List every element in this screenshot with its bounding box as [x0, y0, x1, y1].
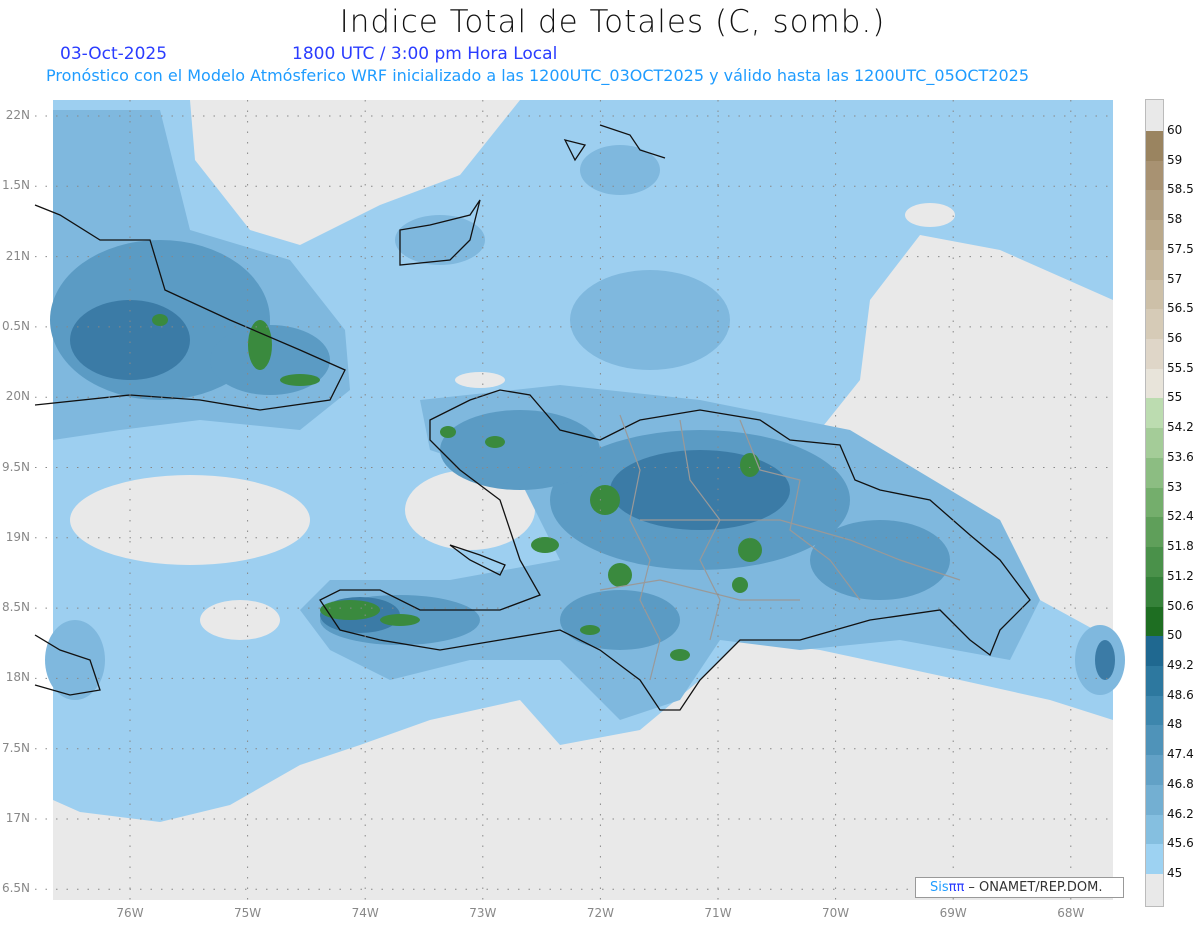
lon-label: 70W: [822, 906, 850, 920]
lat-label: 22N: [5, 108, 30, 122]
colorbar-cell: [1146, 368, 1163, 399]
colorbar-cell: [1146, 457, 1163, 489]
lat-label: 20N: [5, 389, 30, 404]
weather-map: [34, 100, 1125, 900]
lon-label: 72W: [586, 906, 614, 920]
colorbar-label: 57.5: [1167, 241, 1194, 256]
colorbar-cell: [1146, 814, 1163, 845]
colorbar-label: 51.2: [1167, 568, 1194, 583]
colorbar-label: 52.4: [1167, 509, 1194, 524]
colorbar-cell: [1146, 695, 1163, 726]
colorbar-label: 48: [1167, 717, 1183, 732]
colorbar-cell: [1146, 190, 1163, 221]
colorbar-cell: [1146, 249, 1163, 281]
colorbar-cell: [1146, 755, 1163, 786]
lon-label: 68W: [1057, 906, 1085, 920]
lat-label: 1.5N: [1, 178, 30, 193]
lat-label: 19N: [5, 529, 30, 544]
colorbar-label: 50.6: [1167, 598, 1194, 613]
colorbar-label: 56: [1167, 331, 1183, 346]
colorbar-cell: [1146, 636, 1163, 667]
colorbar-label: 45: [1167, 866, 1183, 880]
colorbar-cell: [1146, 160, 1163, 191]
colorbar-label: 50: [1167, 628, 1183, 643]
colorbar-label: 53.6: [1167, 449, 1194, 464]
lat-label: 0.5N: [1, 318, 30, 333]
colorbar-label: 57: [1167, 271, 1183, 286]
colorbar-cell: [1146, 606, 1163, 637]
colorbar-label: 46.2: [1167, 806, 1194, 821]
lat-label: 18N: [5, 670, 30, 685]
lat-label: 8.5N: [1, 600, 30, 615]
colorbar-cell: [1146, 576, 1163, 608]
lon-label: 69W: [939, 906, 967, 920]
colorbar-label: 55: [1167, 390, 1183, 405]
lon-label: 76W: [116, 906, 144, 920]
lon-label: 73W: [469, 906, 497, 920]
colorbar-cell: [1146, 725, 1163, 756]
credit-text: – ONAMET/REP.DOM.: [964, 880, 1103, 895]
colorbar-cell: [1146, 784, 1163, 816]
colorbar-label: 51.8: [1167, 539, 1194, 554]
lat-label: 7.5N: [1, 740, 30, 755]
colorbar-cell: [1146, 844, 1163, 875]
colorbar-label: 60: [1167, 123, 1183, 137]
colorbar-cell: [1146, 665, 1163, 697]
colorbar-cell: [1146, 517, 1163, 548]
lon-label: 74W: [351, 906, 379, 920]
lat-label: 6.5N: [1, 881, 30, 896]
lat-label: 17N: [5, 811, 30, 825]
colorbar-label: 56.5: [1167, 301, 1194, 316]
credit-pi-logo: ππ: [948, 880, 965, 895]
colorbar-label: 59: [1167, 152, 1183, 167]
colorbar-label: 54.2: [1167, 420, 1194, 435]
colorbar-label: 58.5: [1167, 182, 1194, 197]
colorbar-cell: [1146, 339, 1163, 370]
credit-box: Sisππ – ONAMET/REP.DOM.: [915, 877, 1124, 898]
credit-sis: Sis: [930, 880, 949, 895]
colorbar-cell: [1146, 398, 1163, 429]
colorbar-label: 45.6: [1167, 836, 1194, 851]
colorbar-cell: [1146, 309, 1163, 340]
lat-label: 21N: [5, 248, 30, 263]
colorbar-label: 55.5: [1167, 360, 1194, 375]
lon-label: 71W: [704, 906, 732, 920]
lat-label: 9.5N: [1, 459, 30, 474]
colorbar-cell: [1146, 220, 1163, 251]
colorbar-label: 58: [1167, 212, 1183, 227]
colorbar-label: 53: [1167, 479, 1183, 494]
lon-label: 75W: [234, 906, 262, 920]
colorbar-cell: [1146, 131, 1163, 162]
colorbar: [1145, 99, 1164, 907]
colorbar-cell: [1146, 487, 1163, 518]
colorbar-cell: [1146, 279, 1163, 310]
colorbar-label: 47.4: [1167, 747, 1194, 762]
colorbar-cell: [1146, 428, 1163, 459]
colorbar-label: 46.8: [1167, 776, 1194, 791]
colorbar-cell: [1146, 547, 1163, 578]
colorbar-label: 49.2: [1167, 657, 1194, 672]
colorbar-label: 48.6: [1167, 687, 1194, 702]
